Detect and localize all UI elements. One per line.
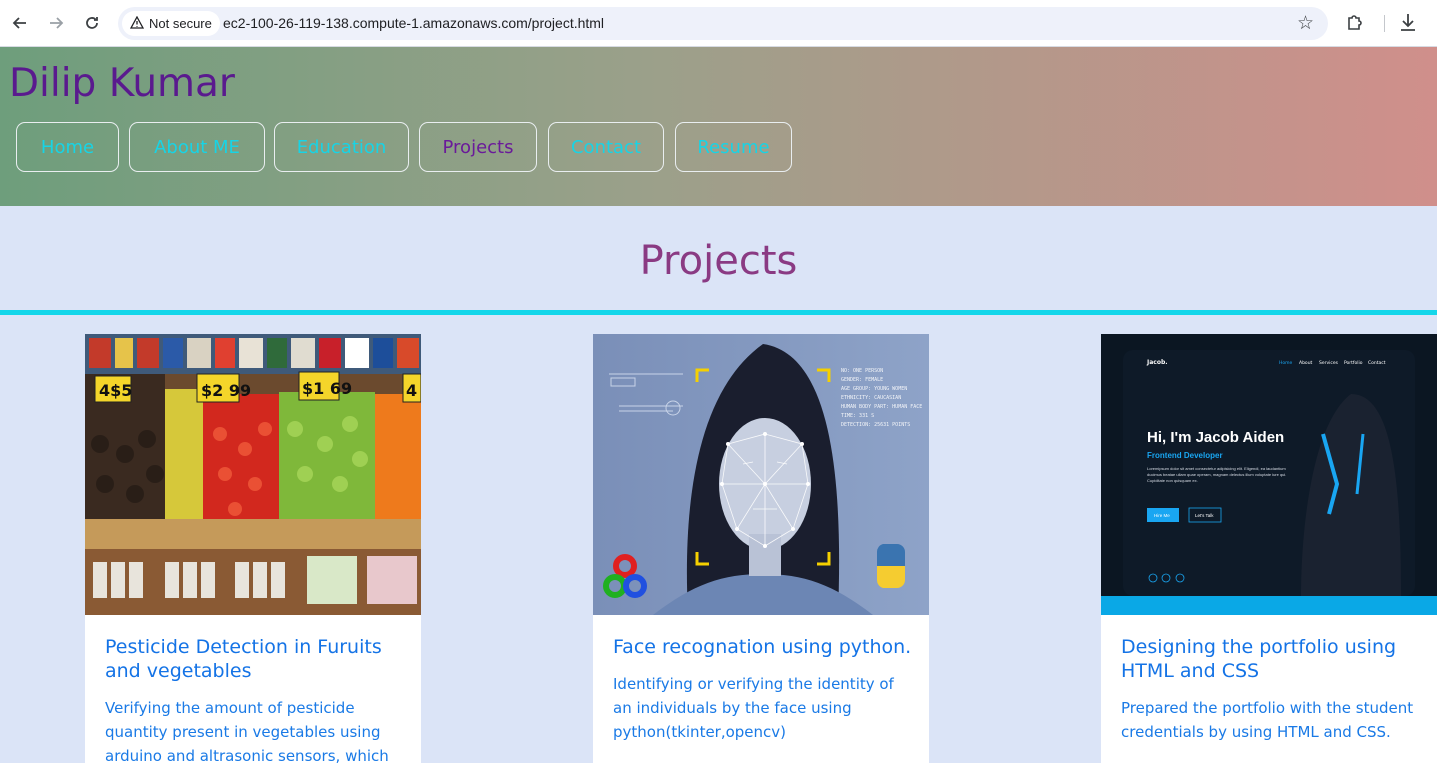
warning-triangle-icon <box>129 15 145 32</box>
mock-nav-contact: Contact <box>1368 360 1386 366</box>
hud-line-7: DETECTION: 25631 POINTS <box>841 422 910 428</box>
section-divider <box>0 310 1437 315</box>
mock-subheading: Frontend Developer <box>1147 451 1223 460</box>
mock-nav-portfolio: Portfolio <box>1344 360 1363 366</box>
security-chip[interactable]: Not secure <box>122 11 220 36</box>
mock-logo: Jacob. <box>1146 359 1168 366</box>
nav-resume[interactable]: Resume <box>675 122 792 172</box>
mock-hire-button: Hire Me <box>1154 513 1170 518</box>
site-header: Dilip Kumar Home About ME Education Proj… <box>0 47 1437 206</box>
mock-nav-services: Services <box>1319 360 1339 366</box>
project-title: Designing the portfolio using HTML and C… <box>1121 636 1397 682</box>
nav-about-me[interactable]: About ME <box>129 122 265 172</box>
nav-home[interactable]: Home <box>16 122 119 172</box>
portfolio-screenshot-image: Jacob. Home About Services Portfolio Con… <box>1101 334 1437 615</box>
python-logo-icon <box>876 544 905 588</box>
project-title: Pesticide Detection in Furuits and veget… <box>105 636 382 682</box>
site-title: Dilip Kumar <box>9 61 235 106</box>
hud-line-4: ETHNICITY: CAUCASIAN <box>841 395 901 401</box>
hud-line-1: NO: ONE PERSON <box>841 368 883 374</box>
mock-talk-button: Let's Talk <box>1195 513 1214 518</box>
price-tag-4: 4 <box>406 381 417 400</box>
reload-icon[interactable] <box>80 11 104 35</box>
mock-heading: Hi, I'm Jacob Aiden <box>1147 429 1284 446</box>
nav-education[interactable]: Education <box>274 122 409 172</box>
url-text[interactable]: ec2-100-26-119-138.compute-1.amazonaws.c… <box>223 15 604 31</box>
mock-body: Loremipsum dolor sit amet consectetur ad… <box>1147 466 1287 483</box>
extensions-puzzle-icon[interactable] <box>1345 12 1365 32</box>
hud-line-6: TIME: 331 S <box>841 413 874 419</box>
toolbar-divider <box>1384 15 1385 32</box>
mock-nav-home: Home <box>1279 360 1293 366</box>
hud-line-3: AGE GROUP: YOUNG WOMEN <box>841 386 907 392</box>
browser-toolbar: Not secure ec2-100-26-119-138.compute-1.… <box>0 0 1437 47</box>
bookmark-star-icon[interactable]: ☆ <box>1297 12 1314 34</box>
hud-line-2: GENDER: FEMALE <box>841 377 883 383</box>
section-heading: Projects <box>639 238 798 284</box>
address-bar[interactable]: Not secure ec2-100-26-119-138.compute-1.… <box>118 7 1328 40</box>
back-arrow-icon[interactable] <box>8 11 32 35</box>
face-recognition-image: NO: ONE PERSON GENDER: FEMALE AGE GROUP:… <box>593 334 929 615</box>
security-label: Not secure <box>149 16 212 31</box>
price-tag-1: 4$5 <box>99 381 132 400</box>
hud-line-5: HUMAN BODY PART: HUMAN FACE <box>841 404 922 410</box>
project-card-portfolio[interactable]: Jacob. Home About Services Portfolio Con… <box>1101 334 1437 763</box>
project-description: Identifying or verifying the identity of… <box>613 675 894 741</box>
project-card-face-recognition[interactable]: NO: ONE PERSON GENDER: FEMALE AGE GROUP:… <box>593 334 929 763</box>
price-tag-3: $1 69 <box>302 379 352 398</box>
nav-contact[interactable]: Contact <box>548 122 664 172</box>
mock-nav-about: About <box>1299 360 1313 366</box>
project-description: Prepared the portfolio with the student … <box>1121 699 1414 741</box>
nav-projects[interactable]: Projects <box>419 122 537 172</box>
project-title: Face recognation using python. <box>613 636 912 658</box>
price-tag-2: $2 99 <box>201 381 251 400</box>
project-description: Verifying the amount of pesticide quanti… <box>105 699 389 763</box>
download-icon[interactable] <box>1398 12 1418 34</box>
fruit-market-image: 4$5 $2 99 $1 69 4 <box>85 334 421 615</box>
forward-arrow-icon[interactable] <box>44 11 68 35</box>
project-card-pesticide[interactable]: 4$5 $2 99 $1 69 4 Pesticide Detection in… <box>85 334 421 763</box>
